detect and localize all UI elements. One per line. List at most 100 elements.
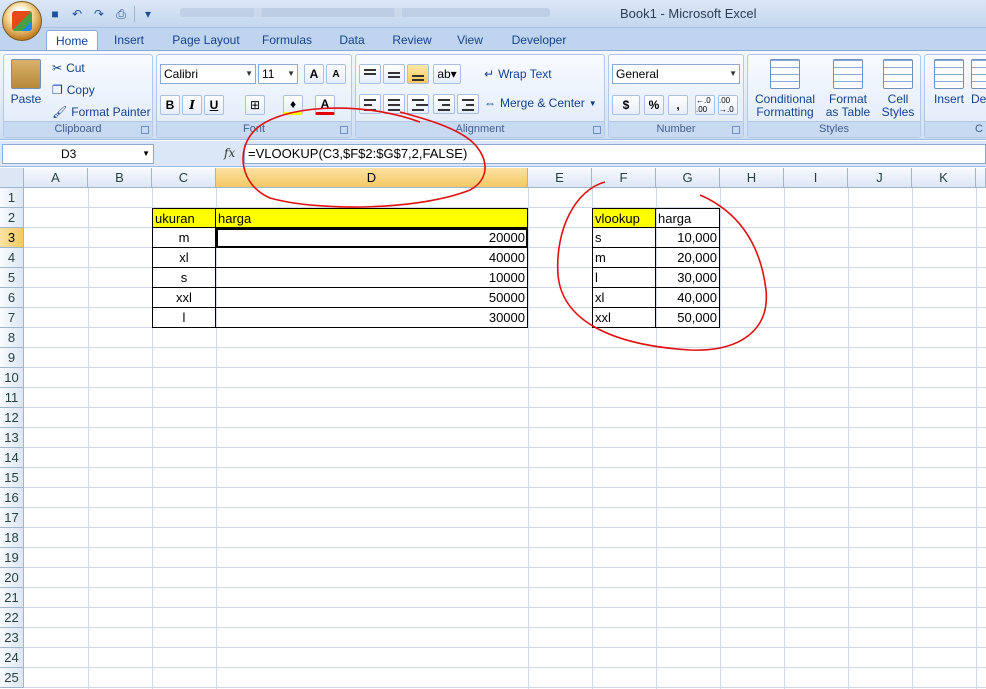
row-header-7[interactable]: 7 xyxy=(0,308,24,328)
borders-button[interactable]: ⊞ xyxy=(245,95,265,115)
row-header-13[interactable]: 13 xyxy=(0,428,24,448)
print-preview-icon[interactable]: ⎙ xyxy=(112,5,130,23)
row-header-6[interactable]: 6 xyxy=(0,288,24,308)
font-color-button[interactable]: A xyxy=(315,95,335,115)
decrease-indent-button[interactable] xyxy=(433,94,455,114)
insert-cells-button[interactable]: Insert xyxy=(929,59,969,106)
increase-indent-button[interactable] xyxy=(457,94,479,114)
tab-page-layout[interactable]: Page Layout xyxy=(166,30,246,50)
name-box[interactable]: D3 ▼ xyxy=(2,144,154,164)
font-name-select[interactable]: Calibri ▼ xyxy=(160,64,256,84)
row-header-19[interactable]: 19 xyxy=(0,548,24,568)
align-right-button[interactable] xyxy=(407,94,429,114)
cell-g3[interactable]: 10,000 xyxy=(656,228,720,248)
number-format-select[interactable]: General ▼ xyxy=(612,64,740,84)
row-header-24[interactable]: 24 xyxy=(0,648,24,668)
bold-button[interactable]: B xyxy=(160,95,180,115)
column-header-k[interactable]: K xyxy=(912,168,976,188)
cell-d3[interactable]: 20000 xyxy=(216,228,528,248)
cell-f5[interactable]: l xyxy=(592,268,656,288)
cell-d6[interactable]: 50000 xyxy=(216,288,528,308)
row-header-17[interactable]: 17 xyxy=(0,508,24,528)
shrink-font-button[interactable]: A xyxy=(326,64,346,84)
row-header-16[interactable]: 16 xyxy=(0,488,24,508)
merge-center-button[interactable]: ⇔ Merge & Center ▼ xyxy=(484,96,597,110)
row-header-12[interactable]: 12 xyxy=(0,408,24,428)
comma-button[interactable]: , xyxy=(668,95,688,115)
row-header-18[interactable]: 18 xyxy=(0,528,24,548)
decrease-decimal-button[interactable]: .00 →.0 xyxy=(718,95,738,115)
align-middle-button[interactable] xyxy=(383,64,405,84)
row-header-11[interactable]: 11 xyxy=(0,388,24,408)
cell-styles-button[interactable]: Cell Styles xyxy=(876,59,920,119)
cell-c4[interactable]: xl xyxy=(152,248,216,268)
format-as-table-button[interactable]: Format as Table xyxy=(820,59,876,119)
column-header-b[interactable]: B xyxy=(88,168,152,188)
tab-data[interactable]: Data xyxy=(330,30,374,50)
cell-g5[interactable]: 30,000 xyxy=(656,268,720,288)
cell-d5[interactable]: 10000 xyxy=(216,268,528,288)
row-header-20[interactable]: 20 xyxy=(0,568,24,588)
paste-button[interactable]: Paste xyxy=(8,59,44,106)
cell-c2[interactable]: ukuran xyxy=(152,208,216,228)
cut-button[interactable]: ✂ Cut xyxy=(52,61,85,75)
column-header-i[interactable]: I xyxy=(784,168,848,188)
cell-d2[interactable]: harga xyxy=(216,208,528,228)
increase-decimal-button[interactable]: ←.0 .00 xyxy=(695,95,715,115)
tab-view[interactable]: View xyxy=(450,30,490,50)
tab-insert[interactable]: Insert xyxy=(106,30,152,50)
cell-d7[interactable]: 30000 xyxy=(216,308,528,328)
cell-c3[interactable]: m xyxy=(152,228,216,248)
number-launcher-icon[interactable] xyxy=(732,126,740,134)
conditional-formatting-button[interactable]: Conditional Formatting xyxy=(752,59,818,119)
cell-d4[interactable]: 40000 xyxy=(216,248,528,268)
customize-qat-icon[interactable]: ▾ xyxy=(139,5,157,23)
row-header-15[interactable]: 15 xyxy=(0,468,24,488)
underline-button[interactable]: U xyxy=(204,95,224,115)
cell-f7[interactable]: xxl xyxy=(592,308,656,328)
row-header-25[interactable]: 25 xyxy=(0,668,24,688)
tab-formulas[interactable]: Formulas xyxy=(256,30,318,50)
cell-g7[interactable]: 50,000 xyxy=(656,308,720,328)
cell-f2[interactable]: vlookup xyxy=(592,208,656,228)
column-header-e[interactable]: E xyxy=(528,168,592,188)
cell-f6[interactable]: xl xyxy=(592,288,656,308)
tab-home[interactable]: Home xyxy=(46,30,98,50)
row-header-14[interactable]: 14 xyxy=(0,448,24,468)
cell-g6[interactable]: 40,000 xyxy=(656,288,720,308)
column-header-j[interactable]: J xyxy=(848,168,912,188)
column-header-partial[interactable] xyxy=(976,168,986,188)
row-header-23[interactable]: 23 xyxy=(0,628,24,648)
orientation-button[interactable]: ab▾ xyxy=(433,64,461,84)
cell-g4[interactable]: 20,000 xyxy=(656,248,720,268)
tab-review[interactable]: Review xyxy=(386,30,438,50)
column-header-h[interactable]: H xyxy=(720,168,784,188)
align-top-button[interactable] xyxy=(359,64,381,84)
undo-icon[interactable]: ↶ xyxy=(68,5,86,23)
delete-cells-button[interactable]: De xyxy=(971,59,986,106)
column-header-c[interactable]: C xyxy=(152,168,216,188)
format-painter-button[interactable]: 🖌 Format Painter xyxy=(52,105,151,119)
row-header-9[interactable]: 9 xyxy=(0,348,24,368)
row-header-5[interactable]: 5 xyxy=(0,268,24,288)
column-header-a[interactable]: A xyxy=(24,168,88,188)
save-icon[interactable]: ■ xyxy=(46,5,64,23)
row-header-10[interactable]: 10 xyxy=(0,368,24,388)
tab-developer[interactable]: Developer xyxy=(504,30,574,50)
cell-g2[interactable]: harga xyxy=(656,208,720,228)
clipboard-launcher-icon[interactable] xyxy=(141,126,149,134)
redo-icon[interactable]: ↷ xyxy=(90,5,108,23)
align-bottom-button[interactable] xyxy=(407,64,429,84)
cell-f3[interactable]: s xyxy=(592,228,656,248)
copy-button[interactable]: ❐ Copy xyxy=(52,83,95,97)
wrap-text-button[interactable]: ↵ Wrap Text xyxy=(484,67,552,81)
align-left-button[interactable] xyxy=(359,94,381,114)
column-header-f[interactable]: F xyxy=(592,168,656,188)
cell-f4[interactable]: m xyxy=(592,248,656,268)
fill-color-button[interactable]: ♦ xyxy=(283,95,303,115)
row-header-3[interactable]: 3 xyxy=(0,228,24,248)
grow-font-button[interactable]: A xyxy=(304,64,324,84)
row-header-21[interactable]: 21 xyxy=(0,588,24,608)
align-center-button[interactable] xyxy=(383,94,405,114)
alignment-launcher-icon[interactable] xyxy=(593,126,601,134)
